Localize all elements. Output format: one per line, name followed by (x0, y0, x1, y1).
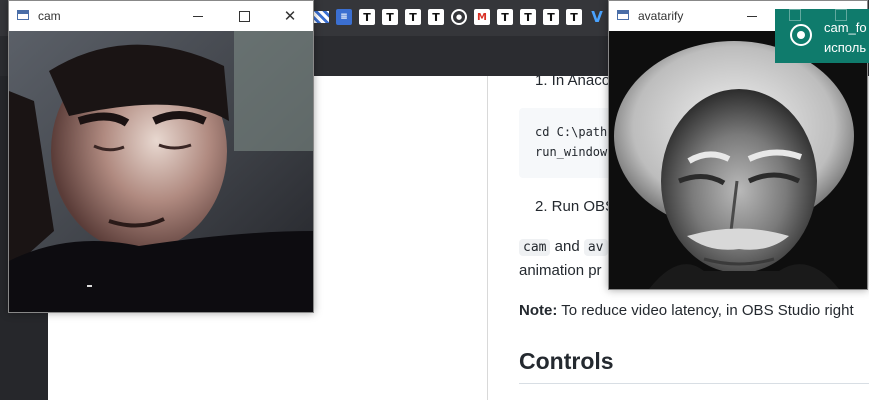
cam-titlebar[interactable]: cam ✕ (9, 1, 313, 31)
github-icon[interactable]: ● (451, 9, 467, 25)
bookmark-strip-icon[interactable] (313, 11, 329, 23)
webcam-face-image (9, 31, 313, 312)
cam-window[interactable]: cam ✕ (8, 0, 314, 313)
t-bookmark-icon[interactable]: T (566, 9, 582, 25)
close-button[interactable]: ✕ (267, 1, 313, 31)
step-2-text: 2. Run OBS (535, 198, 616, 215)
minimize-button[interactable] (175, 1, 221, 31)
t-bookmark-icon[interactable]: T (359, 9, 375, 25)
gmail-icon[interactable]: M (474, 9, 490, 25)
t-bookmark-icon[interactable]: T (520, 9, 536, 25)
avatarify-video-feed (609, 31, 867, 289)
cam-window-title: cam (38, 9, 61, 23)
t-bookmark-icon[interactable]: T (382, 9, 398, 25)
content-divider (487, 76, 488, 400)
step-1-text: 1. In Anaco (535, 72, 611, 89)
avatarify-window-title: avatarify (638, 9, 684, 23)
toast-ghost-box (789, 9, 801, 21)
cam-video-feed (9, 31, 313, 312)
window-app-icon (617, 10, 629, 20)
controls-heading: Controls (519, 348, 614, 374)
toast-title: cam_fo (824, 20, 867, 35)
avatar-face-image (609, 31, 867, 289)
t-bookmark-icon[interactable]: T (543, 9, 559, 25)
inline-code-avatarify: av (583, 239, 608, 256)
vuetify-icon[interactable]: V (589, 8, 605, 26)
t-bookmark-icon[interactable]: T (405, 9, 421, 25)
code-line-1: cd C:\path (535, 125, 608, 139)
paragraph-line-1: cam and av (519, 238, 608, 256)
code-line-2: run_window (535, 145, 608, 159)
t-bookmark-icon[interactable]: T (497, 9, 513, 25)
note-text: To reduce video latency, in OBS Studio r… (561, 302, 854, 319)
minimize-button[interactable] (729, 1, 775, 31)
t-bookmark-icon[interactable]: T (428, 9, 444, 25)
and-text: and (554, 238, 580, 255)
bookmark-list-icon[interactable]: ≡ (336, 9, 352, 25)
note-label: Note: (519, 302, 558, 319)
notification-toast[interactable]: cam_fo исполь (775, 9, 869, 63)
toast-text: исполь (824, 40, 867, 55)
paragraph-line-2: animation pr (519, 262, 602, 279)
window-app-icon (17, 10, 29, 20)
heading-rule (519, 383, 869, 384)
note-paragraph: Note: To reduce video latency, in OBS St… (519, 302, 854, 319)
inline-code-cam: cam (519, 239, 551, 256)
webcam-icon (790, 24, 812, 46)
maximize-button[interactable] (221, 1, 267, 31)
